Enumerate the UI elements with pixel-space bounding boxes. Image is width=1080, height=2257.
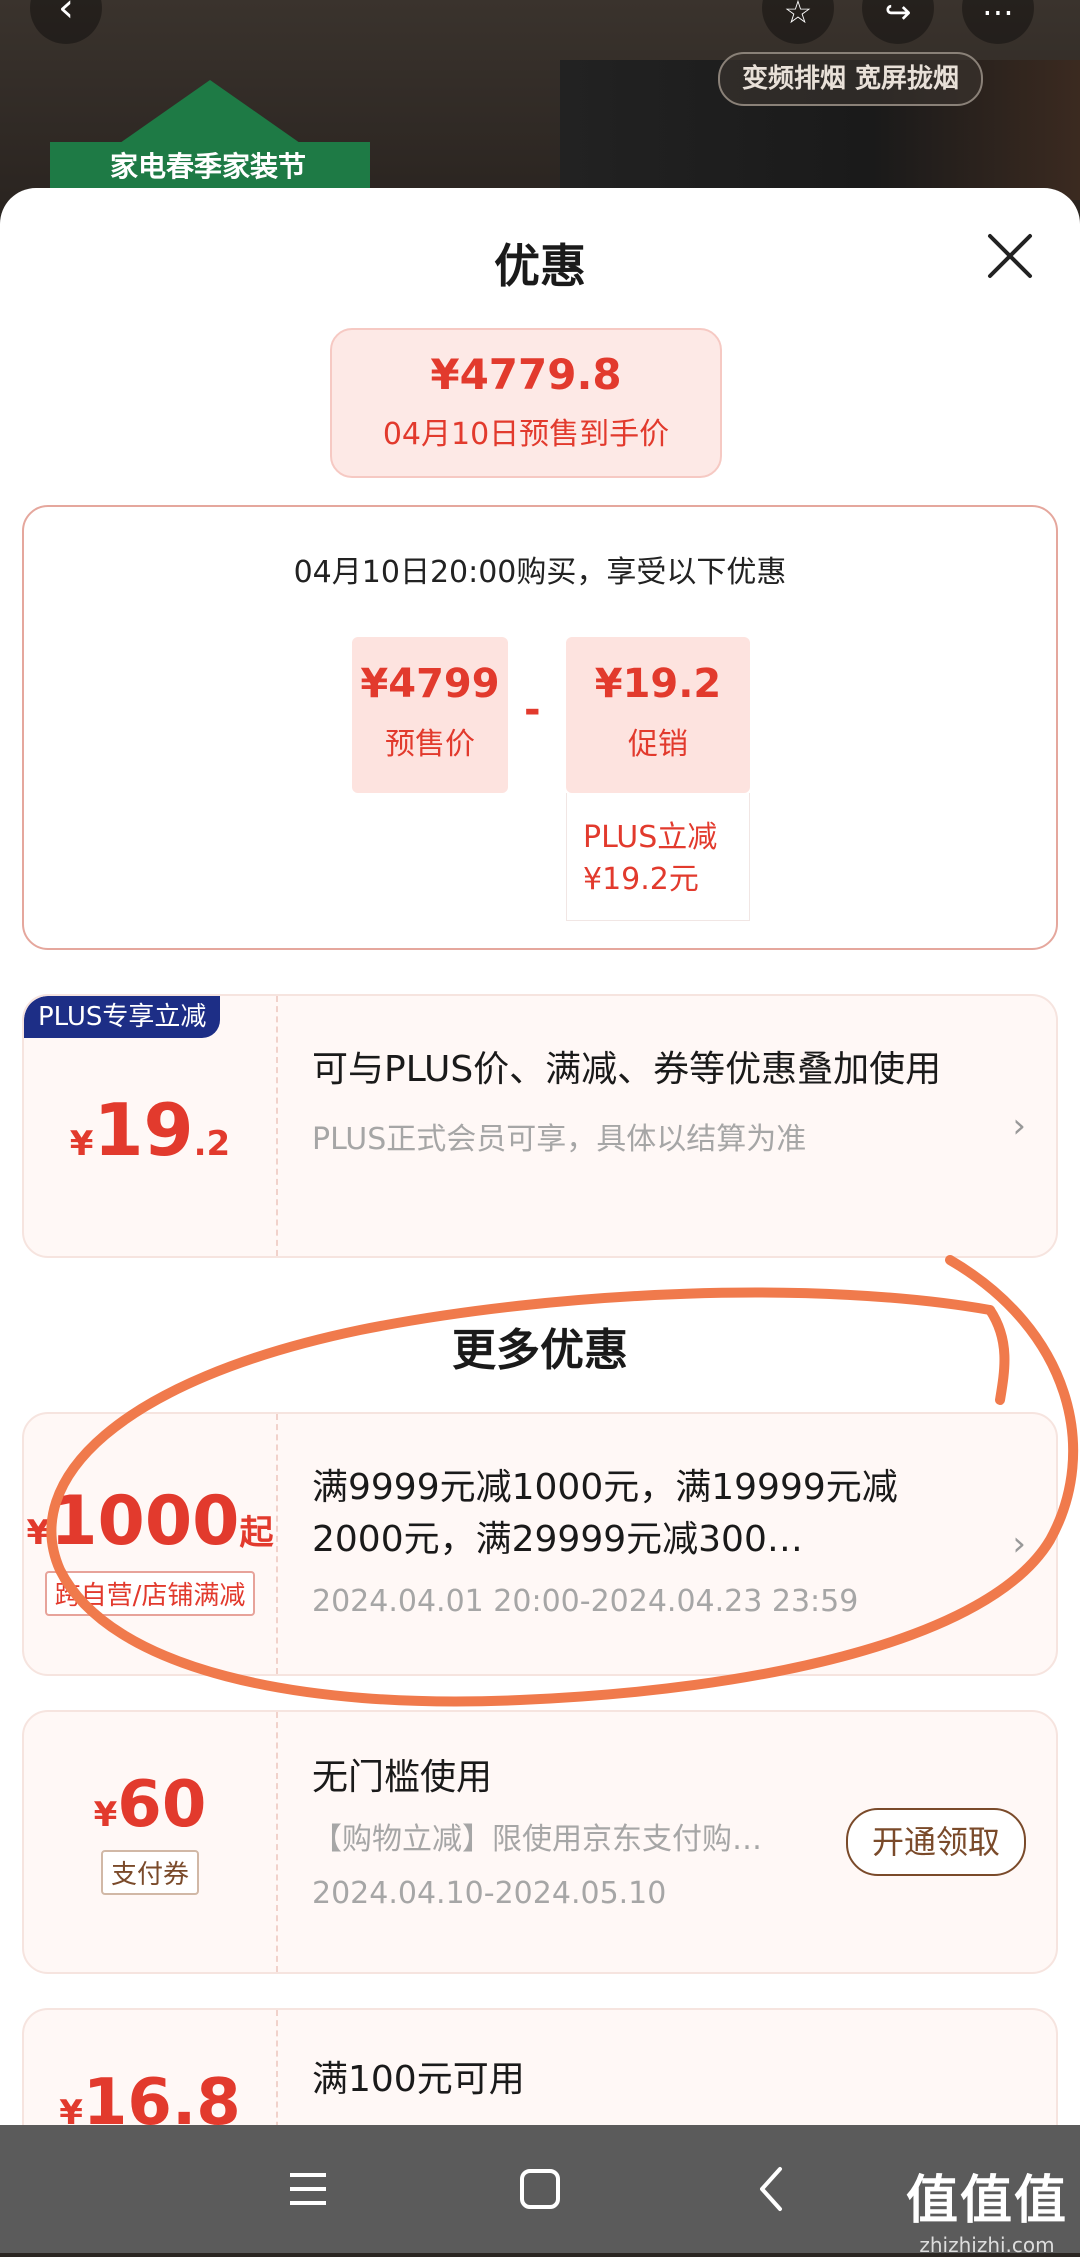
- currency-symbol: ¥: [26, 1513, 51, 1553]
- back-icon[interactable]: [742, 2159, 802, 2219]
- coupon-title: 满100元可用: [312, 2059, 525, 2100]
- promo-box: ¥19.2 促销: [566, 637, 750, 793]
- coupon-card[interactable]: ¥1000起 跨自营/店铺满减 满9999元减1000元，满19999元减200…: [22, 1412, 1058, 1676]
- plus-card-subtitle: PLUS正式会员可享，具体以结算为准: [312, 1122, 807, 1157]
- coupon-validity: 2024.04.01 20:00-2024.04.23 23:59: [312, 1584, 859, 1619]
- amount-integer: 19: [93, 1088, 194, 1172]
- chevron-right-icon: ›: [1012, 1524, 1026, 1564]
- coupon-validity: 2024.04.10-2024.05.10: [312, 1876, 667, 1911]
- coupon-title: 无门槛使用: [312, 1757, 493, 1798]
- discount-sheet: 优惠 ¥4779.8 04月10日预售到手价 04月10日20:00购买，享受以…: [0, 188, 1080, 2128]
- coupon-amount: 1000: [50, 1482, 240, 1561]
- more-offers-heading: 更多优惠: [452, 1325, 628, 1376]
- plus-discount-card[interactable]: PLUS专享立减 ¥19.2 可与PLUS价、满减、券等优惠叠加使用 PLUS正…: [22, 994, 1058, 1258]
- share-icon[interactable]: ↪: [862, 0, 934, 44]
- sheet-title: 优惠: [494, 239, 586, 293]
- site-watermark: 值值值 zhizhizhi.com: [906, 2158, 1068, 2257]
- coupon-card[interactable]: ¥60 支付券 无门槛使用 【购物立减】限使用京东支付购… 2024.04.10…: [22, 1710, 1058, 1974]
- more-icon[interactable]: ⋯: [962, 0, 1034, 44]
- breakdown-description: 04月10日20:00购买，享受以下优惠: [293, 555, 787, 590]
- coupon-type-chip: 跨自营/店铺满减: [44, 1571, 256, 1616]
- promo-value: ¥19.2: [594, 661, 722, 707]
- currency-symbol: ¥: [59, 2093, 83, 2128]
- home-icon[interactable]: [510, 2159, 570, 2219]
- amount-suffix: 起: [239, 1513, 274, 1553]
- watermark-logo: 值值值: [905, 2171, 1068, 2231]
- chevron-right-icon: ›: [1012, 1106, 1026, 1146]
- currency-symbol: ¥: [93, 1795, 118, 1835]
- recent-apps-icon[interactable]: [278, 2159, 338, 2219]
- promo-detail: PLUS立减 ¥19.2元: [566, 793, 750, 921]
- final-price: ¥4779.8: [430, 350, 622, 399]
- close-icon[interactable]: [980, 226, 1040, 286]
- promo-detail-line2: ¥19.2元: [583, 862, 699, 897]
- price-breakdown: 04月10日20:00购买，享受以下优惠 ¥4799 预售价 - ¥19.2 促…: [22, 505, 1058, 950]
- feature-tag: 变频排烟 宽屏拢烟: [718, 52, 984, 106]
- final-price-label: 04月10日预售到手价: [382, 417, 670, 452]
- coupon-amount: 60: [117, 1768, 207, 1842]
- favorite-icon[interactable]: ☆: [762, 0, 834, 44]
- amount-decimal: .2: [193, 1124, 231, 1164]
- coupon-type-chip: 支付券: [100, 1850, 199, 1895]
- promo-detail-line1: PLUS立减: [583, 820, 718, 855]
- product-hero-image: ‹ ☆ ↪ ⋯ 家电春季家装节 变频排烟 宽屏拢烟: [0, 0, 1080, 210]
- back-button[interactable]: ‹: [30, 0, 102, 44]
- plus-amount: ¥19.2: [24, 996, 276, 1256]
- coupon-title: 满9999元减1000元，满19999元减2000元，满29999元减300…: [312, 1467, 898, 1560]
- promo-label: 促销: [628, 727, 688, 762]
- activate-claim-button[interactable]: 开通领取: [845, 1808, 1026, 1876]
- presale-price-box: ¥4799 预售价: [352, 637, 508, 793]
- currency-symbol: ¥: [69, 1124, 94, 1164]
- coupon-description: 【购物立减】限使用京东支付购…: [312, 1822, 762, 1857]
- final-price-bubble: ¥4779.8 04月10日预售到手价: [330, 328, 722, 478]
- minus-sign: -: [524, 687, 541, 733]
- plus-card-title: 可与PLUS价、满减、券等优惠叠加使用: [312, 1049, 942, 1090]
- presale-price-value: ¥4799: [360, 661, 500, 707]
- coupon-card[interactable]: ¥16.8 满100元可用: [22, 2008, 1058, 2128]
- presale-price-label: 预售价: [385, 727, 475, 762]
- coupon-amount: 16.8: [82, 2066, 241, 2128]
- watermark-url: zhizhizhi.com: [919, 2233, 1055, 2257]
